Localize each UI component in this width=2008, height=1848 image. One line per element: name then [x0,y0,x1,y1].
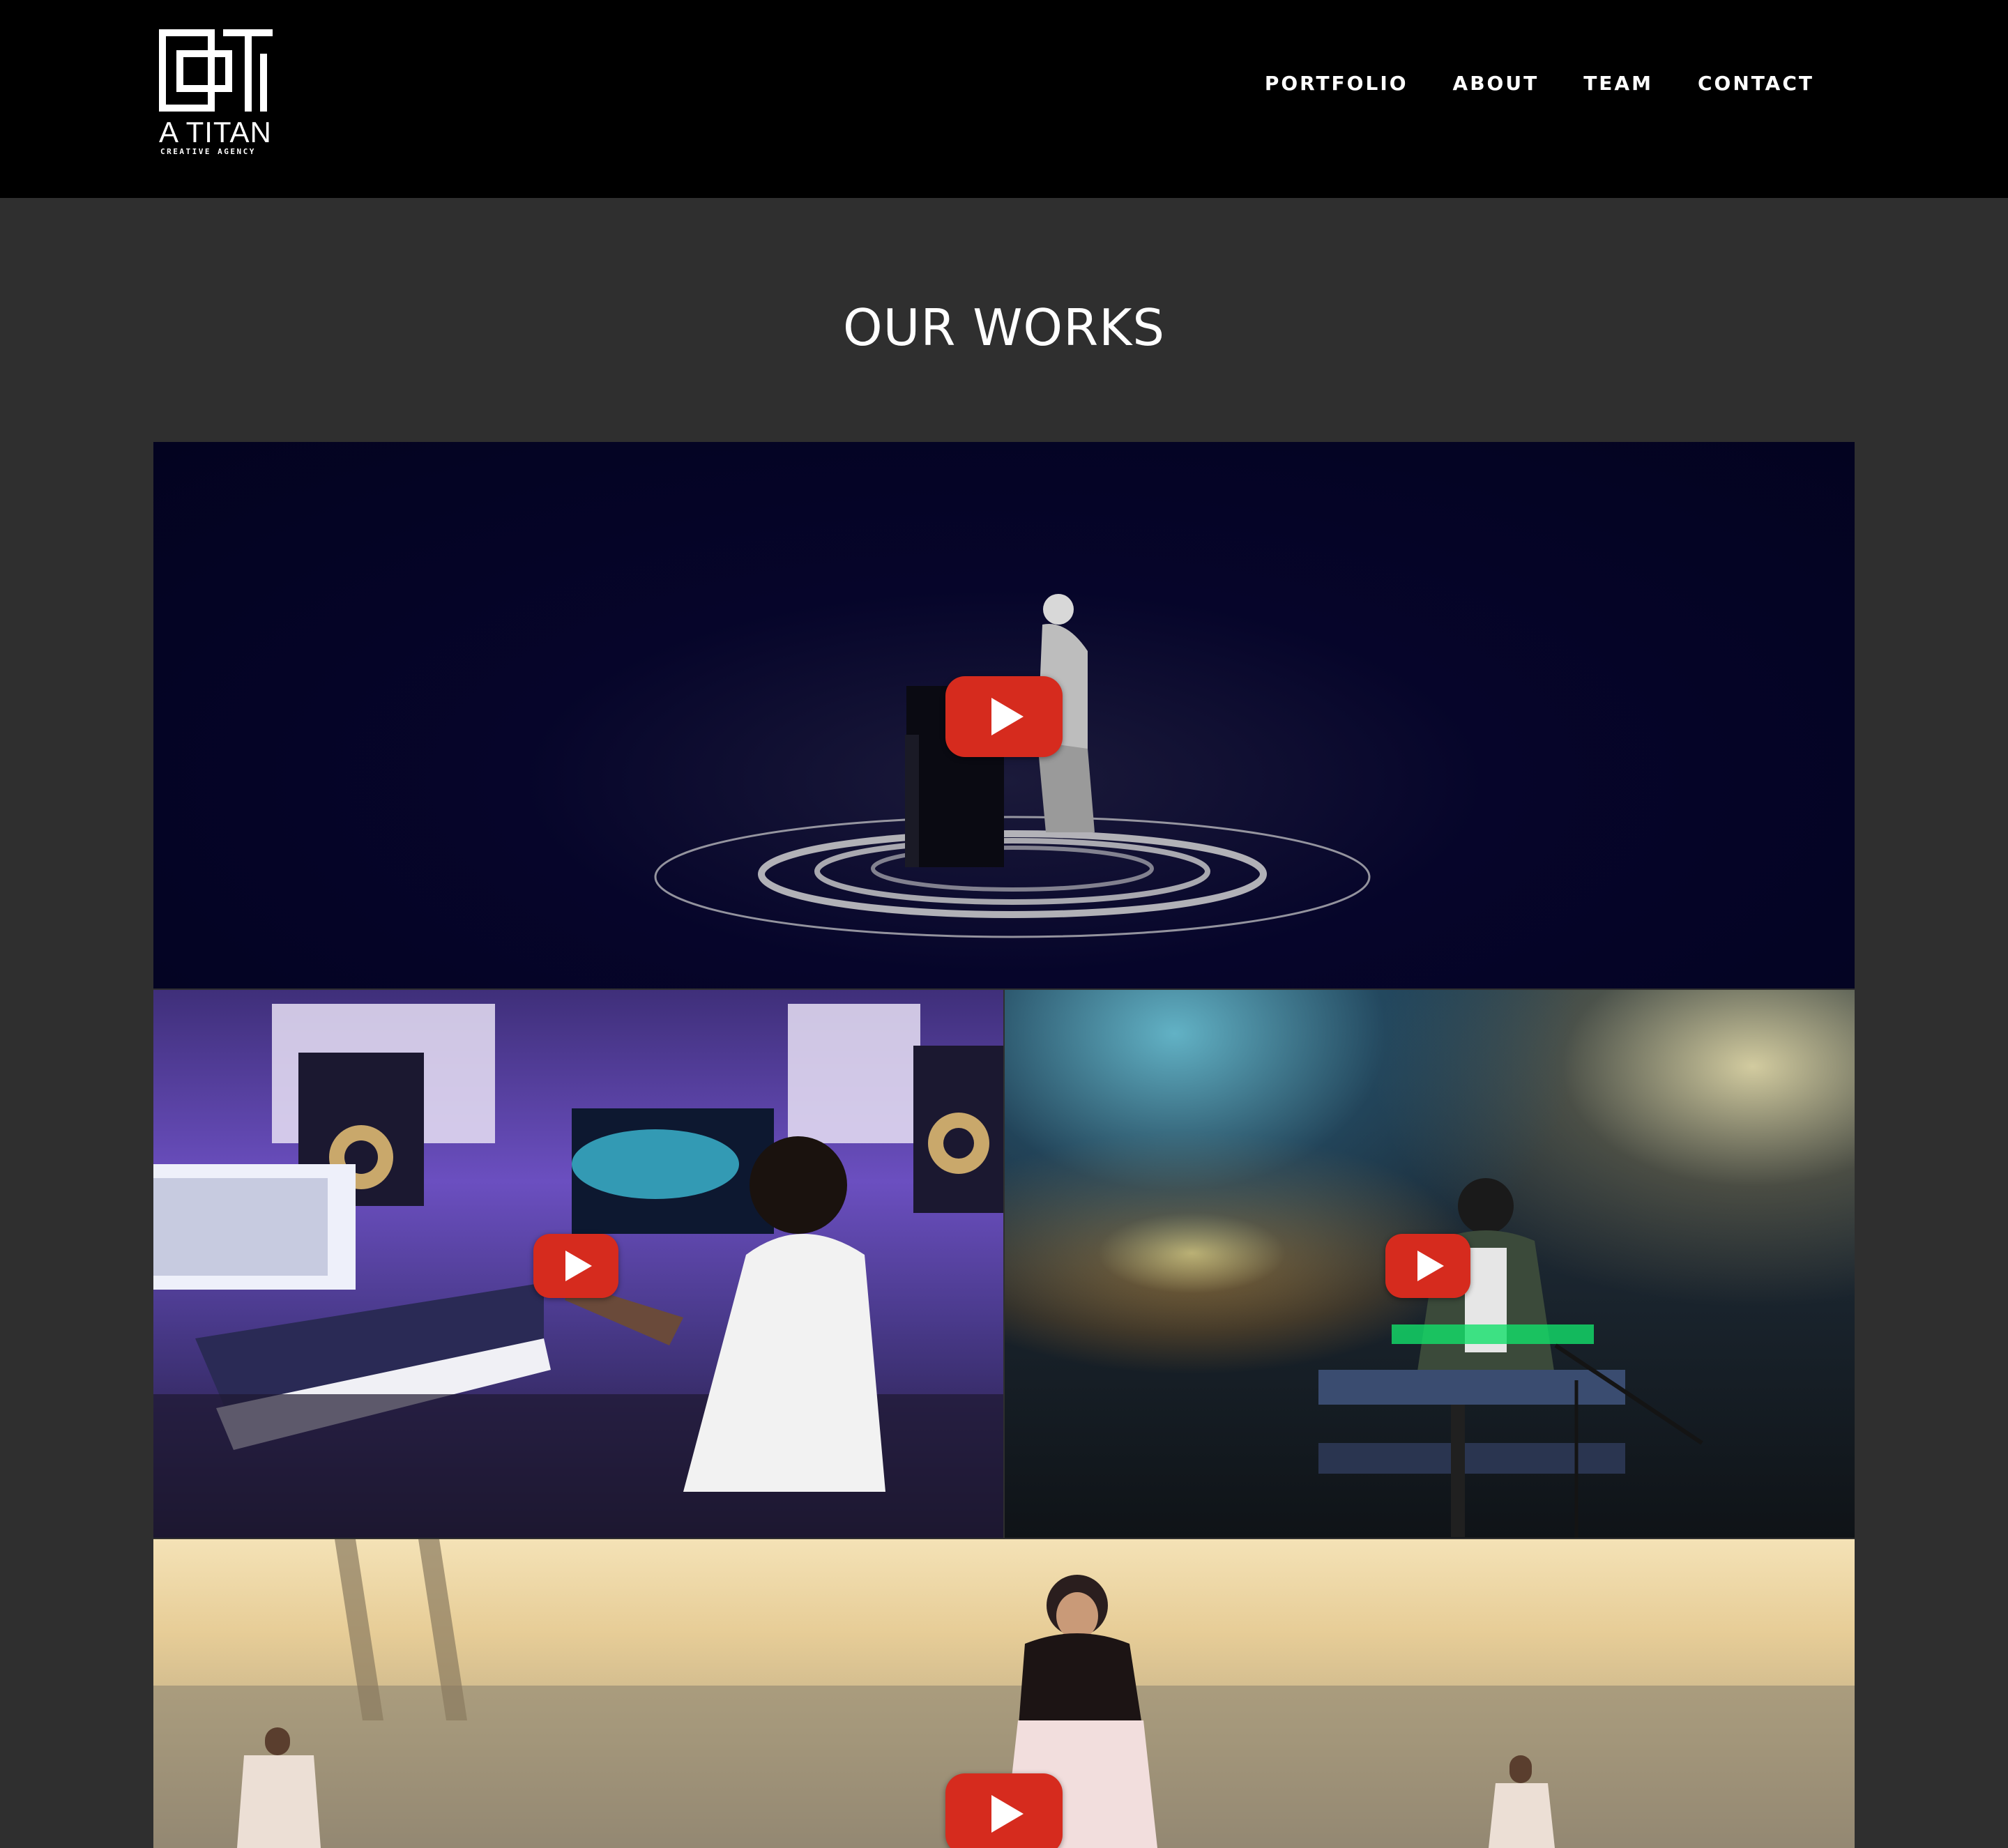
nav-team[interactable]: TEAM [1583,70,1653,98]
nav-contact[interactable]: CONTACT [1698,70,1814,98]
play-button[interactable] [945,1773,1063,1848]
play-button[interactable] [533,1234,618,1298]
brand-name: A TITAN [159,116,272,148]
play-button[interactable] [945,676,1063,757]
video-tile-1[interactable] [153,442,1855,988]
nav-about[interactable]: ABOUT [1453,70,1539,98]
brand-tagline: CREATIVE AGENCY [160,147,256,156]
nav-portfolio[interactable]: PORTFOLIO [1265,70,1408,98]
youtube-play-icon [565,1251,592,1281]
youtube-play-icon [1417,1251,1444,1281]
youtube-play-icon [991,698,1024,735]
main-nav: PORTFOLIO ABOUT TEAM CONTACT [1265,70,1814,98]
video-tile-4[interactable] [153,1539,1855,1848]
site-header: A TITAN CREATIVE AGENCY PORTFOLIO ABOUT … [0,0,2008,198]
logo-mark-icon [159,29,273,112]
video-tile-3[interactable] [1005,990,1855,1538]
video-tile-2[interactable] [153,990,1003,1538]
play-button[interactable] [1385,1234,1470,1298]
section-title: OUR WORKS [842,298,1166,357]
brand-logo[interactable]: A TITAN CREATIVE AGENCY [159,29,282,159]
youtube-play-icon [991,1795,1024,1833]
